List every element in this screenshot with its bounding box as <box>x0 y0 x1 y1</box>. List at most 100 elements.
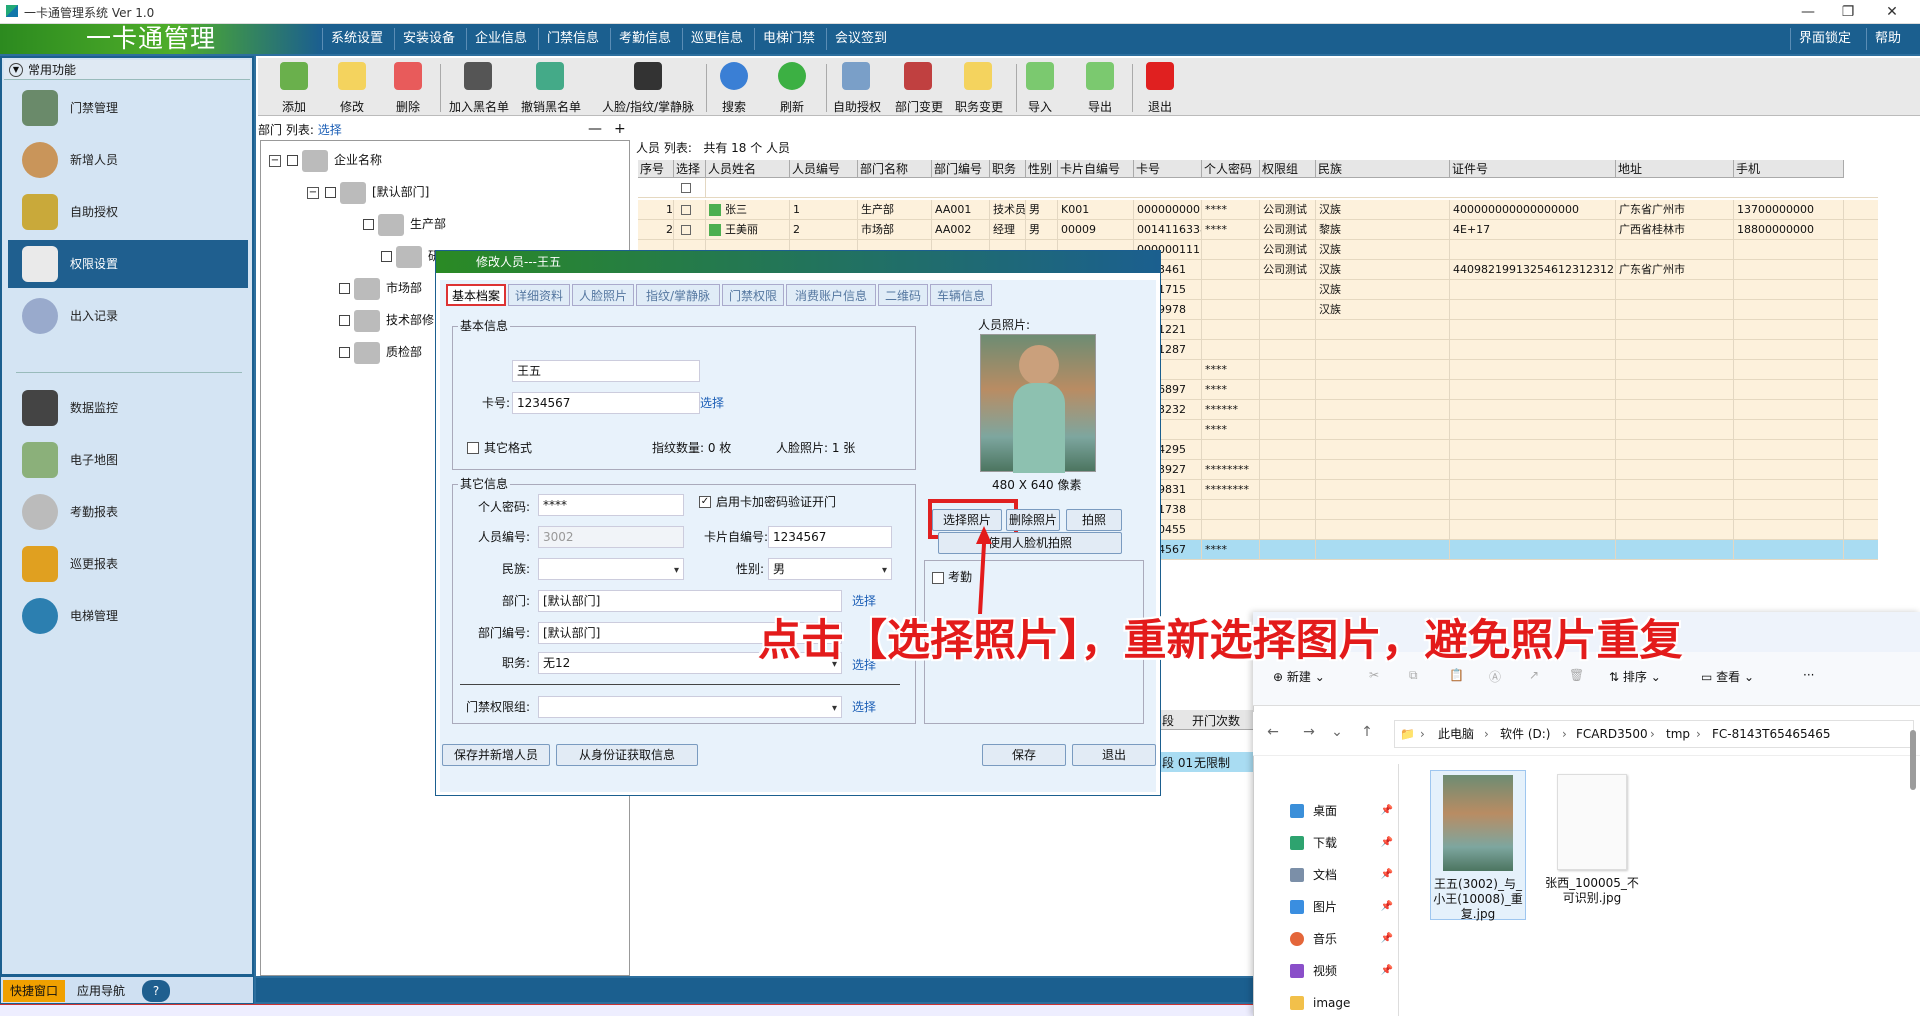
face-fingerprint-button[interactable]: 人脸/指纹/掌静脉 <box>598 60 698 116</box>
nav-videos[interactable]: 视频 📌 <box>1285 958 1393 984</box>
help-icon[interactable]: ? <box>142 980 170 1002</box>
breadcrumb-this-pc[interactable]: 此电脑 <box>1438 725 1474 743</box>
card-select-link[interactable]: 选择 <box>700 392 724 414</box>
share-icon[interactable]: ↗ <box>1529 668 1539 682</box>
export-button[interactable]: 导出 <box>1070 60 1130 116</box>
collapse-icon[interactable]: − <box>307 186 319 199</box>
tree-node-default[interactable]: − [默认部门] <box>307 181 429 204</box>
column-header[interactable]: 民族 <box>1316 160 1450 178</box>
save-and-new-button[interactable]: 保存并新增人员 <box>442 744 550 766</box>
tree-node-root[interactable]: − 企业名称 <box>269 149 382 172</box>
column-header[interactable]: 手机 <box>1734 160 1844 178</box>
tree-node-rnd[interactable]: 研 <box>377 245 440 268</box>
card-field[interactable]: 1234567 <box>512 392 700 414</box>
column-header[interactable]: 职务 <box>990 160 1026 178</box>
exit-toolbar-button[interactable]: 退出 <box>1130 60 1190 116</box>
sidebar-item-patrol-report[interactable]: 巡更报表 <box>8 540 248 588</box>
menu-patrol[interactable]: 巡更信息 <box>682 28 751 50</box>
self-auth-button[interactable]: 自助授权 <box>826 60 888 116</box>
paste-icon[interactable]: 📋 <box>1449 668 1464 682</box>
card-selfno-field[interactable]: 1234567 <box>768 526 892 548</box>
file-item-duplicate[interactable]: 王五(3002)_与_小王(10008)_重复.jpg <box>1430 770 1526 921</box>
explorer-scrollbar[interactable] <box>1910 730 1916 790</box>
tab-qrcode[interactable]: 二维码 <box>878 284 928 306</box>
dept-select-link[interactable]: 选择 <box>318 123 342 137</box>
sort-button[interactable]: ⇅ 排序 ⌄ <box>1609 668 1661 685</box>
collapse-icon[interactable]: − <box>269 154 281 167</box>
column-header[interactable]: 人员姓名 <box>706 160 790 178</box>
row-checkbox[interactable] <box>681 225 691 235</box>
add-button[interactable]: 添加 <box>264 60 324 116</box>
sidebar-item-new-person[interactable]: 新增人员 <box>8 136 248 184</box>
tree-checkbox[interactable] <box>339 283 350 294</box>
take-photo-button[interactable]: 拍照 <box>1066 509 1122 531</box>
tree-checkbox[interactable] <box>339 315 350 326</box>
sidebar-item-access[interactable]: 门禁管理 <box>8 84 248 132</box>
tab-vehicle[interactable]: 车辆信息 <box>930 284 992 306</box>
new-button[interactable]: ⊕ 新建 ⌄ <box>1273 668 1325 685</box>
column-header[interactable]: 卡号 <box>1134 160 1202 178</box>
collapse-icon[interactable]: ▼ <box>9 63 23 77</box>
tab-consume-account[interactable]: 消费账户信息 <box>786 284 876 306</box>
tab-quick-window[interactable]: 快捷窗口 <box>3 980 65 1002</box>
nav-image-folder[interactable]: image <box>1285 990 1393 1016</box>
breadcrumb-tmp[interactable]: tmp <box>1666 725 1690 743</box>
other-format-checkbox[interactable] <box>467 442 479 454</box>
select-all-checkbox[interactable] <box>681 183 691 193</box>
cut-icon[interactable]: ✂ <box>1369 668 1379 682</box>
add-blacklist-button[interactable]: 加入黑名单 <box>448 60 510 116</box>
tab-details[interactable]: 详细资料 <box>508 284 570 306</box>
nav-downloads[interactable]: 下载 📌 <box>1285 830 1393 856</box>
gender-select[interactable]: 男 ▾ <box>768 558 892 580</box>
tab-basic[interactable]: 基本档案 <box>446 284 506 306</box>
forward-icon[interactable]: → <box>1298 724 1320 740</box>
tree-node-production[interactable]: 生产部 <box>359 213 446 236</box>
import-button[interactable]: 导入 <box>1010 60 1070 116</box>
menu-elevator[interactable]: 电梯门禁 <box>754 28 823 50</box>
dialog-exit-button[interactable]: 退出 <box>1072 744 1156 766</box>
tree-checkbox[interactable] <box>339 347 350 358</box>
breadcrumb-fcard[interactable]: FCARD3500 <box>1576 725 1648 743</box>
remove-blacklist-button[interactable]: 撤销黑名单 <box>520 60 582 116</box>
column-header[interactable]: 部门名称 <box>858 160 932 178</box>
perm-group-select[interactable]: ▾ <box>538 696 842 718</box>
tree-node-qc[interactable]: 质检部 <box>335 341 422 364</box>
search-button[interactable]: 搜索 <box>704 60 764 116</box>
recent-icon[interactable]: ⌄ <box>1326 724 1348 740</box>
sidebar-item-elevator[interactable]: 电梯管理 <box>8 592 248 640</box>
delete-button[interactable]: 删除 <box>378 60 438 116</box>
refresh-button[interactable]: 刷新 <box>762 60 822 116</box>
menu-access[interactable]: 门禁信息 <box>538 28 607 50</box>
save-button[interactable]: 保存 <box>982 744 1066 766</box>
menu-system[interactable]: 系统设置 <box>322 28 391 50</box>
id-card-read-button[interactable]: 从身份证获取信息 <box>556 744 698 766</box>
expand-all-button[interactable]: + <box>614 119 626 139</box>
dept-change-button[interactable]: 部门变更 <box>888 60 950 116</box>
menu-lock[interactable]: 界面锁定 <box>1790 28 1859 50</box>
minimize-button[interactable]: — <box>1788 2 1828 22</box>
table-row[interactable]: 1 张三 1 生产部 AA001 技术员男 K001 0000000001 **** 公司测试 汉族… <box>638 200 1878 220</box>
column-header[interactable]: 性别 <box>1026 160 1058 178</box>
sidebar-item-records[interactable]: 出入记录 <box>8 292 248 340</box>
common-functions-header[interactable]: ▼ 常用功能 <box>4 60 250 80</box>
rename-icon[interactable]: Ⓐ <box>1489 668 1501 685</box>
column-header[interactable]: 证件号 <box>1450 160 1616 178</box>
more-button[interactable]: ··· <box>1803 668 1814 682</box>
job-change-button[interactable]: 职务变更 <box>948 60 1010 116</box>
nav-music[interactable]: 音乐 📌 <box>1285 926 1393 952</box>
view-button[interactable]: ▭ 查看 ⌄ <box>1701 668 1754 685</box>
column-header[interactable]: 选择 <box>674 160 706 178</box>
name-field[interactable]: 王五 <box>512 360 700 382</box>
collapse-all-button[interactable]: — <box>588 119 602 139</box>
breadcrumb-folder[interactable]: FC-8143T65465465 <box>1712 725 1831 743</box>
tree-checkbox[interactable] <box>325 187 336 198</box>
tree-node-market[interactable]: 市场部 <box>335 277 422 300</box>
column-header[interactable]: 卡片自编号 <box>1058 160 1134 178</box>
column-header[interactable]: 地址 <box>1616 160 1734 178</box>
row-checkbox[interactable] <box>681 205 691 215</box>
password-field[interactable]: **** <box>538 494 684 516</box>
file-item-unrecognized[interactable]: 张西_100005_不可识别.jpg <box>1544 770 1640 906</box>
copy-icon[interactable]: ⧉ <box>1409 668 1418 683</box>
column-header[interactable]: 人员编号 <box>790 160 858 178</box>
menu-company[interactable]: 企业信息 <box>466 28 535 50</box>
